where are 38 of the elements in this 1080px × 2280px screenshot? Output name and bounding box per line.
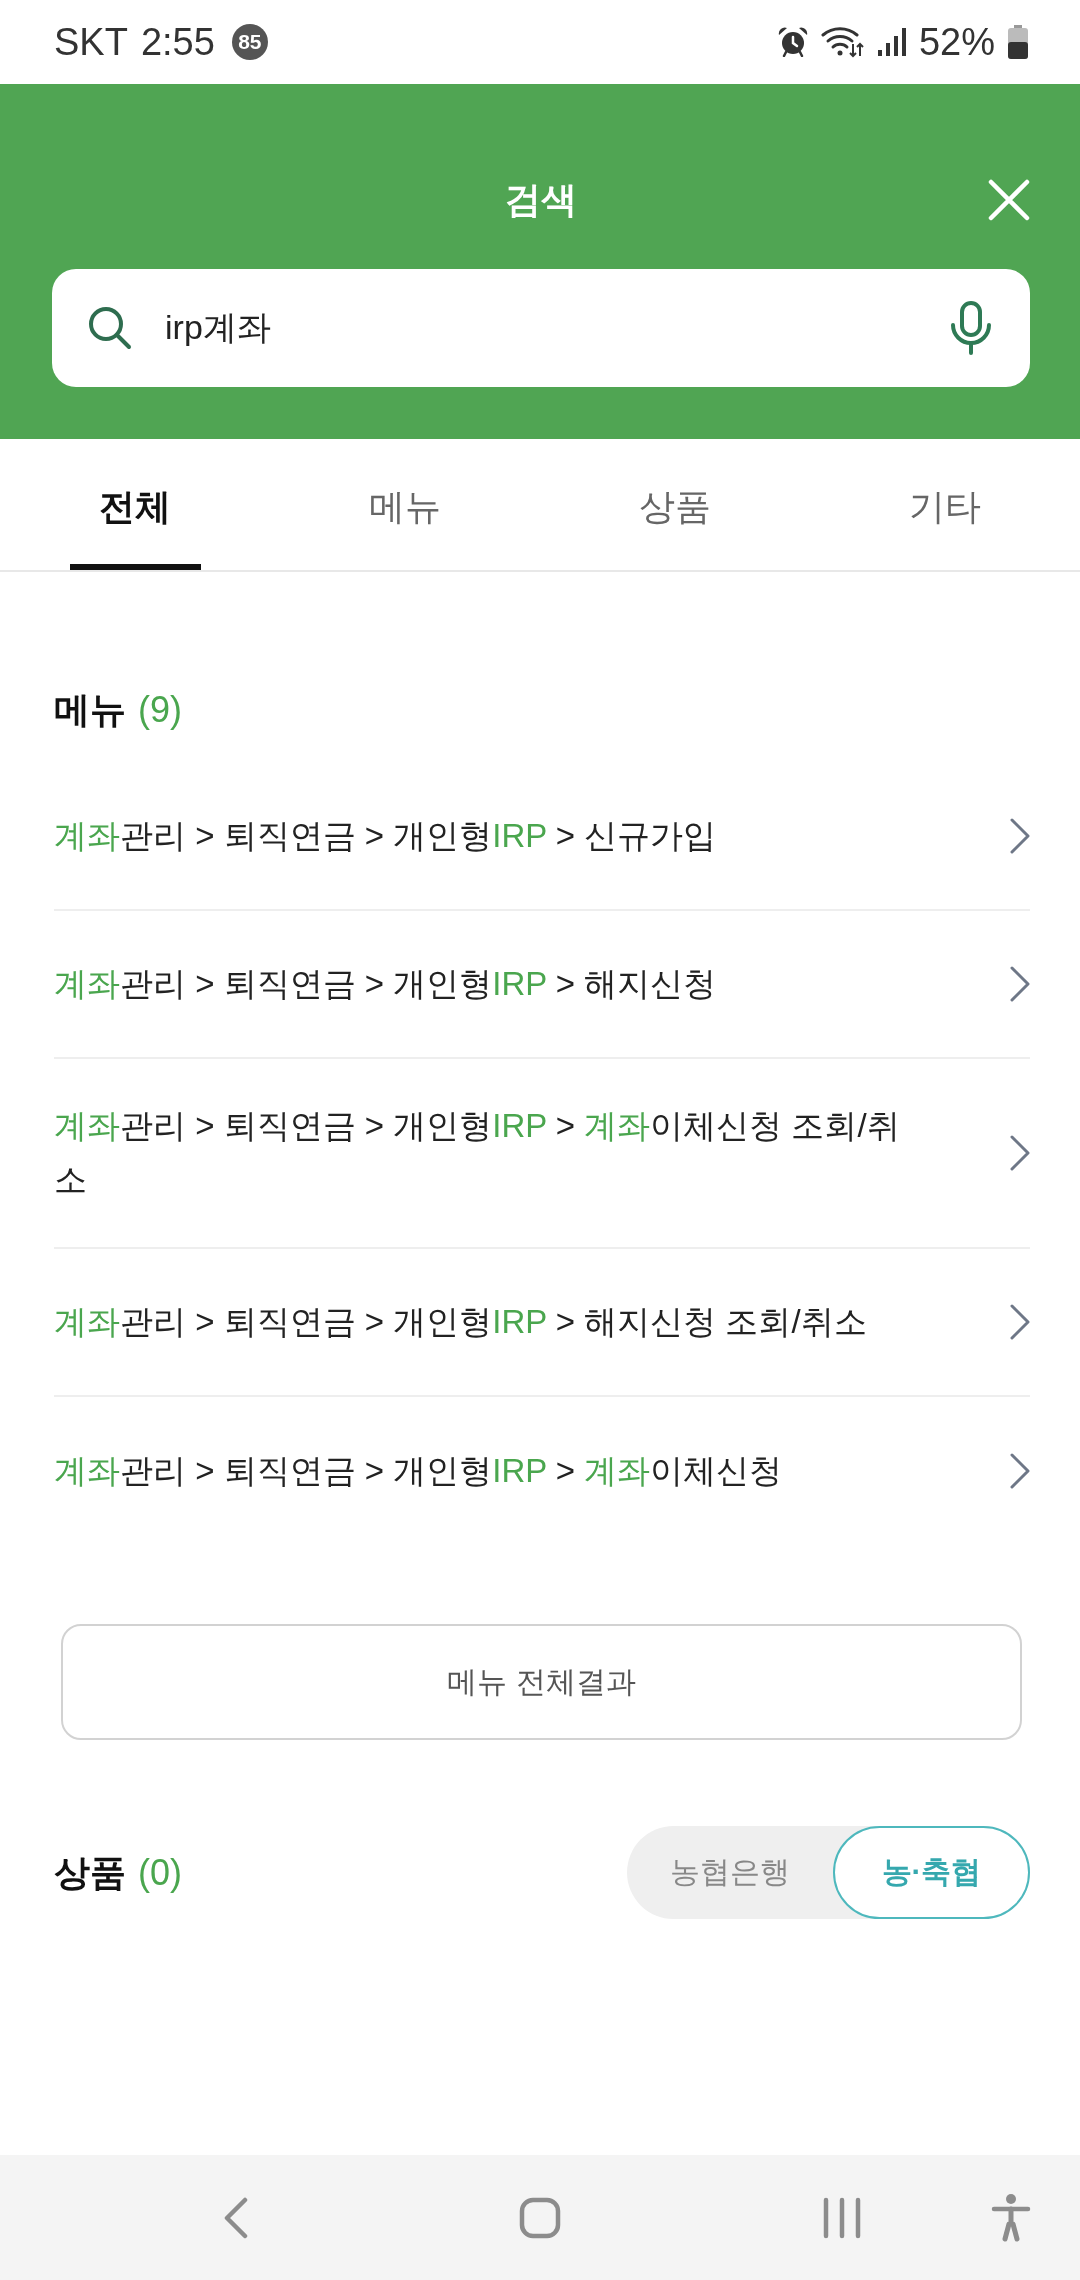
- menu-result-item[interactable]: 계좌관리 > 퇴직연금 > 개인형 IRP > 해지신청 조회/취소: [54, 1249, 1030, 1397]
- search-field[interactable]: irp계좌: [52, 269, 1030, 387]
- notification-count: 85: [231, 24, 268, 60]
- search-input[interactable]: irp계좌: [165, 303, 950, 353]
- back-icon: [223, 2196, 249, 2239]
- chevron-right-icon: [1010, 1304, 1030, 1340]
- accessibility-icon: [991, 2193, 1031, 2242]
- carrier-name: SKT: [54, 20, 128, 64]
- microphone-icon[interactable]: [950, 301, 992, 355]
- category-tab[interactable]: 메뉴: [270, 439, 540, 570]
- wifi-icon: [820, 26, 865, 58]
- alarm-clock-icon: [777, 27, 808, 57]
- category-tab[interactable]: 전체: [0, 439, 270, 570]
- battery-percent: 52%: [918, 20, 995, 64]
- result-count: (0): [138, 1850, 182, 1895]
- home-icon: [519, 2196, 561, 2239]
- clock-time: 2:55: [140, 20, 215, 64]
- menu-result-item[interactable]: 계좌관리 > 퇴직연금 > 개인형 IRP > 계좌이체신청 조회/취소: [54, 1059, 1030, 1249]
- chevron-right-icon: [1010, 966, 1030, 1002]
- close-button[interactable]: [988, 179, 1030, 221]
- section-title: 상품: [54, 1850, 126, 1895]
- recent-apps-icon: [823, 2196, 861, 2239]
- category-tab[interactable]: 상품: [540, 439, 810, 570]
- chevron-right-icon: [1010, 818, 1030, 854]
- search-icon: [88, 306, 132, 350]
- signal-icon: [877, 28, 906, 56]
- menu-result-item[interactable]: 계좌관리 > 퇴직연금 > 개인형 IRP > 해지신청: [54, 911, 1030, 1059]
- category-tab[interactable]: 기타: [810, 439, 1080, 570]
- screen-title: 검색: [505, 178, 577, 222]
- chevron-right-icon: [1010, 1135, 1030, 1171]
- result-count: (9): [138, 688, 182, 732]
- menu-result-item[interactable]: 계좌관리 > 퇴직연금 > 개인형 IRP > 신규가입: [54, 763, 1030, 911]
- chevron-right-icon: [1010, 1453, 1030, 1489]
- battery-icon: [1008, 25, 1028, 59]
- all-menu-results-button[interactable]: 메뉴 전체결과: [61, 1624, 1022, 1740]
- section-title: 메뉴: [54, 688, 126, 732]
- menu-result-item[interactable]: 계좌관리 > 퇴직연금 > 개인형 IRP > 계좌이체신청: [54, 1397, 1030, 1545]
- close-icon: [988, 179, 1030, 221]
